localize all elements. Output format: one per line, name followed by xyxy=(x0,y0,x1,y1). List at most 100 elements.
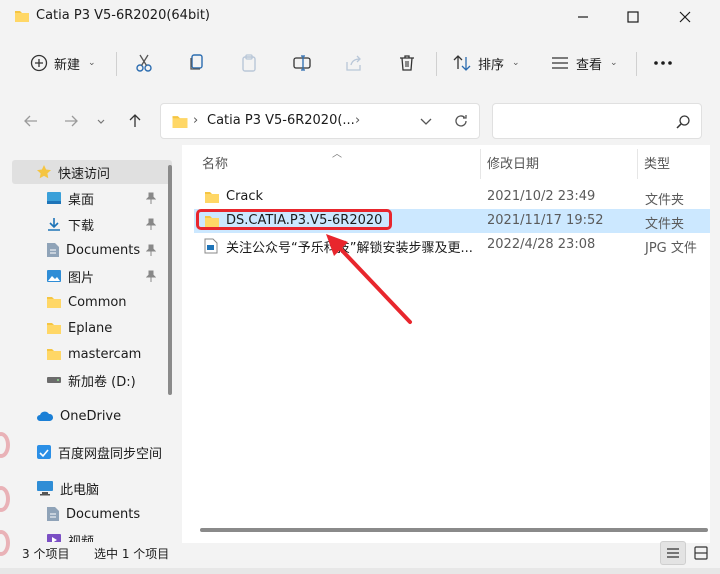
documents-icon xyxy=(47,507,59,521)
arrow-right-icon xyxy=(65,115,78,127)
back-button[interactable] xyxy=(18,108,44,134)
navigation-pane: 快速访问 桌面 下载 Documents 图片 Common Eplane ma… xyxy=(12,152,174,542)
pin-icon xyxy=(145,192,157,208)
scissors-icon xyxy=(136,54,152,72)
computer-icon xyxy=(37,481,53,496)
file-name: Crack xyxy=(226,189,264,204)
refresh-icon xyxy=(455,115,467,127)
sidebar-item-drive-d[interactable]: 新加卷 (D:) xyxy=(12,368,172,392)
chevron-down-icon: ⌄ xyxy=(88,58,96,68)
sidebar-item-documents-pc[interactable]: Documents xyxy=(12,502,172,526)
maximize-button[interactable] xyxy=(610,4,656,30)
sort-icon xyxy=(453,55,471,71)
sidebar-item-pictures[interactable]: 图片 xyxy=(12,264,172,288)
explorer-window: Catia P3 V5-6R2020(64bit) 新建 ⌄ 排序 ⌄ 查看 ⌄… xyxy=(0,0,720,574)
share-button[interactable] xyxy=(344,46,364,80)
chevron-down-icon: ⌄ xyxy=(610,58,618,68)
window-bottom-edge xyxy=(0,568,720,574)
sidebar-item-label: OneDrive xyxy=(60,408,122,424)
new-button[interactable]: 新建 ⌄ xyxy=(30,46,96,80)
sort-ascending-icon: ︿ xyxy=(332,149,342,160)
toolbar-divider xyxy=(116,52,117,76)
file-type: JPG 文件 xyxy=(645,241,697,256)
details-view-icon xyxy=(667,548,679,558)
sidebar-item-common[interactable]: Common xyxy=(12,290,172,314)
horizontal-scrollbar[interactable] xyxy=(200,528,708,532)
sidebar-item-label: 此电脑 xyxy=(60,482,100,498)
minimize-button[interactable] xyxy=(560,4,606,30)
file-list-pane: ︿ 名称 修改日期 类型 Crack 2021/10/2 23:49 文件夹 D… xyxy=(182,145,710,543)
navigation-scrollbar[interactable] xyxy=(168,165,172,395)
address-dropdown-button[interactable] xyxy=(419,114,433,132)
rename-button[interactable] xyxy=(292,46,312,80)
tiles-view-icon xyxy=(694,546,708,560)
table-row[interactable]: 关注公众号“予乐科技”解锁安装步骤及更... 2022/4/28 23:08 J… xyxy=(194,233,710,257)
sidebar-item-desktop[interactable]: 桌面 xyxy=(12,186,172,210)
sort-label: 排序 xyxy=(478,57,505,73)
sidebar-item-mastercam[interactable]: mastercam xyxy=(12,342,172,366)
address-path[interactable]: Catia P3 V5-6R2020(... xyxy=(207,113,355,128)
column-divider[interactable] xyxy=(637,149,638,179)
delete-button[interactable] xyxy=(397,46,417,80)
column-header-name[interactable]: 名称 xyxy=(202,153,228,172)
folder-icon xyxy=(47,323,61,334)
copy-button[interactable] xyxy=(187,46,207,80)
sidebar-item-downloads[interactable]: 下载 xyxy=(12,212,172,236)
chevron-right-icon[interactable]: › xyxy=(355,113,360,128)
forward-button[interactable] xyxy=(58,108,84,134)
view-button[interactable]: 查看 ⌄ xyxy=(550,46,618,80)
recent-locations-button[interactable] xyxy=(90,108,112,134)
chevron-down-icon: ⌄ xyxy=(512,58,520,68)
image-file-icon xyxy=(204,238,218,258)
watermark-fragment xyxy=(0,432,10,458)
cut-button[interactable] xyxy=(134,46,154,80)
sidebar-item-label: 百度网盘同步空间 xyxy=(58,446,163,462)
pin-icon xyxy=(145,244,157,260)
file-date: 2021/10/2 23:49 xyxy=(487,189,596,204)
paste-icon xyxy=(242,54,256,72)
refresh-button[interactable] xyxy=(453,113,469,133)
pictures-icon xyxy=(47,270,61,282)
sidebar-item-label: mastercam xyxy=(68,346,142,362)
copy-icon xyxy=(190,54,203,70)
sidebar-item-label: 视频 xyxy=(68,534,95,543)
file-type: 文件夹 xyxy=(645,217,685,232)
close-button[interactable] xyxy=(662,4,708,30)
paste-button[interactable] xyxy=(239,46,259,80)
column-header-date[interactable]: 修改日期 xyxy=(487,153,539,172)
column-divider[interactable] xyxy=(480,149,481,179)
sidebar-item-label: 快速访问 xyxy=(58,166,111,182)
sort-button[interactable]: 排序 ⌄ xyxy=(452,46,520,80)
toolbar-divider xyxy=(636,52,637,76)
sidebar-item-label: Common xyxy=(68,294,127,310)
folder-icon xyxy=(47,297,61,308)
sidebar-item-quick-access[interactable]: 快速访问 xyxy=(12,160,172,184)
more-icon xyxy=(654,61,672,65)
tiles-view-button[interactable] xyxy=(688,541,714,565)
sidebar-item-videos[interactable]: 视频 xyxy=(12,528,172,542)
search-box[interactable] xyxy=(492,103,702,139)
up-button[interactable] xyxy=(122,108,148,134)
item-count: 3 个项目 xyxy=(22,547,70,561)
folder-icon xyxy=(47,349,61,360)
sidebar-item-eplane[interactable]: Eplane xyxy=(12,316,172,340)
sidebar-item-label: 图片 xyxy=(68,270,95,286)
search-icon[interactable] xyxy=(675,114,691,134)
folder-icon xyxy=(14,9,30,27)
chevron-down-icon xyxy=(97,119,105,124)
arrow-up-icon xyxy=(129,114,141,127)
column-header-type[interactable]: 类型 xyxy=(644,153,670,172)
more-button[interactable] xyxy=(652,46,674,80)
sidebar-item-label: Documents xyxy=(66,506,141,522)
details-view-button[interactable] xyxy=(660,541,686,565)
sidebar-item-onedrive[interactable]: OneDrive xyxy=(12,404,172,428)
sidebar-item-this-pc[interactable]: 此电脑 xyxy=(12,476,172,500)
drive-icon xyxy=(47,377,61,383)
watermark-fragment xyxy=(0,530,10,556)
address-bar[interactable]: › Catia P3 V5-6R2020(... › xyxy=(160,103,480,139)
desktop-icon xyxy=(47,192,61,204)
table-row[interactable]: Crack 2021/10/2 23:49 文件夹 xyxy=(194,185,710,209)
arrow-left-icon xyxy=(24,115,37,127)
sidebar-item-baidu-sync[interactable]: 百度网盘同步空间 xyxy=(12,440,172,464)
sidebar-item-documents[interactable]: Documents xyxy=(12,238,172,262)
